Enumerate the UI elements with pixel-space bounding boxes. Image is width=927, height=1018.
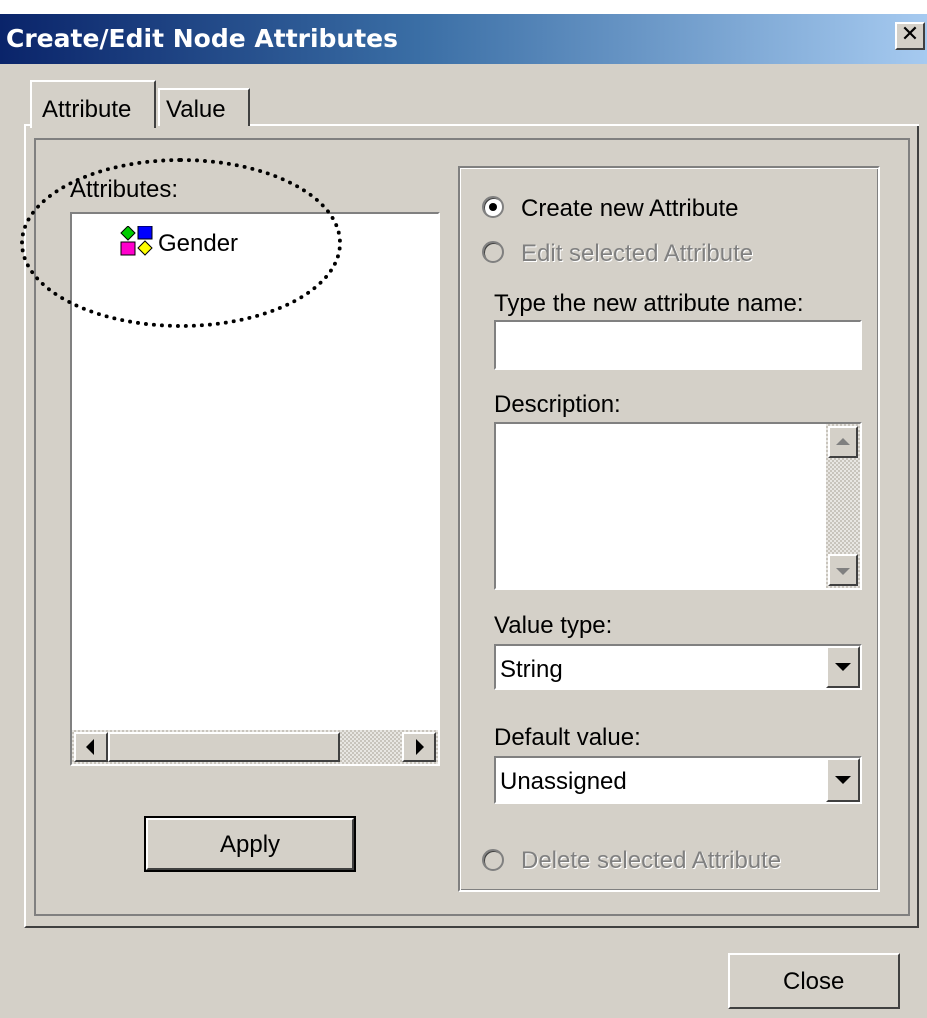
description-textarea[interactable] [494, 422, 862, 590]
create-attribute-label: Create new Attribute [521, 195, 739, 222]
scroll-up-icon [836, 438, 850, 445]
attribute-name-input[interactable] [494, 320, 862, 370]
default-value-value: Unassigned [500, 768, 627, 795]
scroll-down-icon [836, 568, 850, 575]
tab-value-label: Value [166, 96, 226, 123]
delete-attribute-label: Delete selected Attribute [521, 847, 782, 874]
close-button-label: Close [783, 968, 845, 995]
tab-page-top-edge [24, 124, 30, 126]
tab-attribute-label: Attribute [42, 96, 132, 123]
default-value-label: Default value: [494, 724, 641, 751]
edit-attribute-radio[interactable] [482, 241, 504, 263]
value-type-value: String [500, 656, 563, 683]
create-attribute-radio[interactable] [482, 196, 504, 218]
edit-attribute-label: Edit selected Attribute [521, 240, 754, 267]
chevron-down-icon [835, 776, 851, 784]
chevron-down-icon [835, 663, 851, 671]
dialog-title: Create/Edit Node Attributes [6, 24, 399, 53]
apply-button-label: Apply [220, 831, 281, 858]
scroll-right-icon [416, 739, 424, 755]
description-label: Description: [494, 391, 621, 418]
scroll-left-icon [86, 739, 94, 755]
value-type-label: Value type: [494, 612, 613, 639]
tab-page-top-edge-right [250, 124, 919, 126]
close-window-button[interactable]: ✕ [895, 22, 925, 50]
highlight-annotation [20, 158, 342, 328]
delete-attribute-radio[interactable] [482, 849, 504, 871]
list-scrollbar-thumb[interactable] [108, 732, 340, 762]
attribute-name-label: Type the new attribute name: [494, 290, 804, 317]
